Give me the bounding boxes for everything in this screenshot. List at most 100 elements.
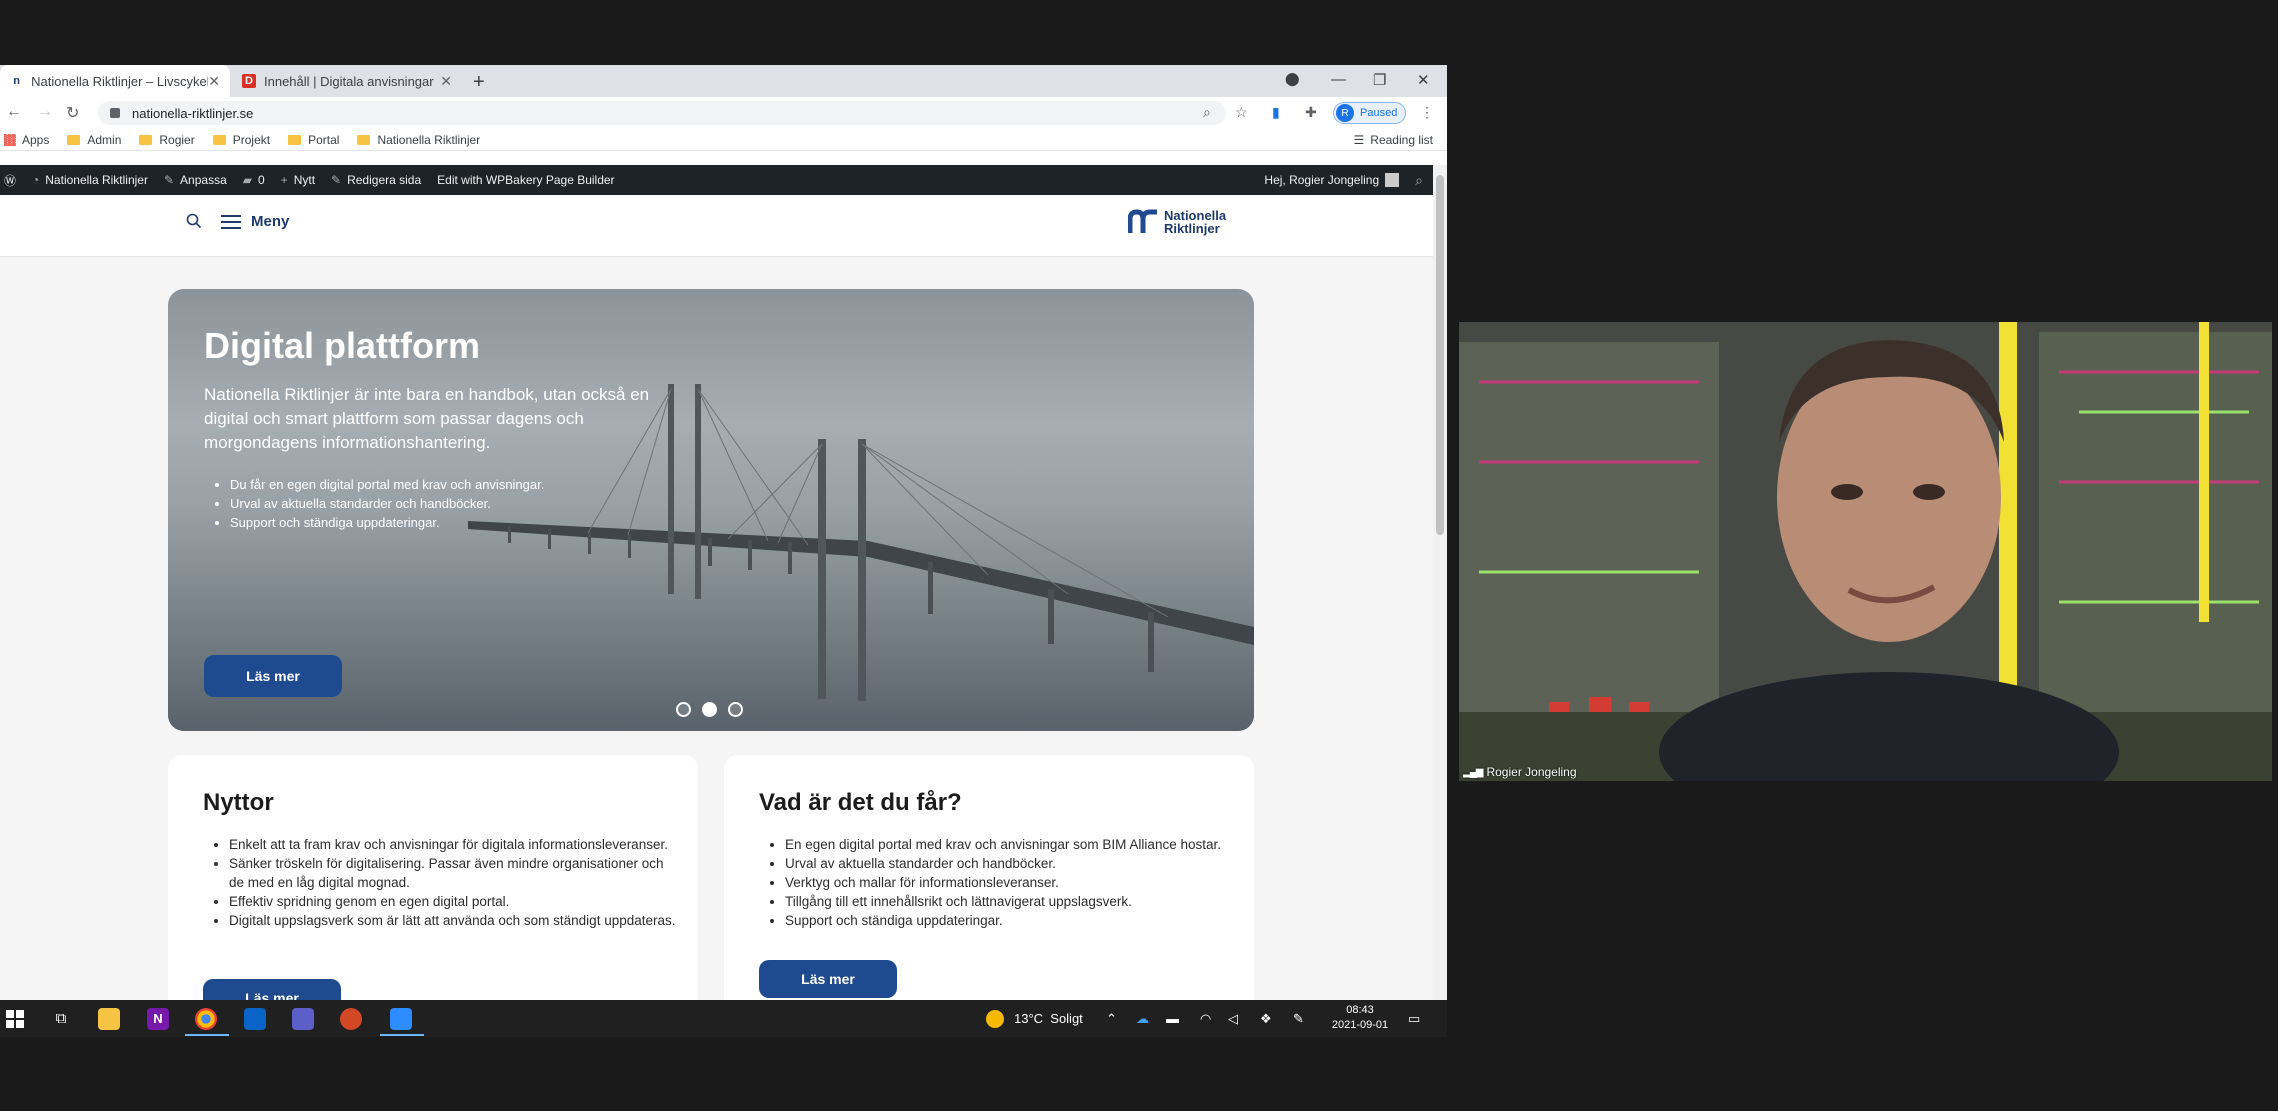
wp-greeting[interactable]: Hej, Rogier Jongeling bbox=[1264, 173, 1379, 187]
reading-list-button[interactable]: ☰ Reading list bbox=[1354, 133, 1433, 147]
wp-comments-link[interactable]: ▰ 0 bbox=[243, 173, 265, 187]
slider-dots bbox=[676, 702, 754, 717]
reload-icon[interactable]: ↻ bbox=[66, 103, 79, 123]
tab-nationella[interactable]: n Nationella Riktlinjer – Livscykelin ✕ bbox=[0, 65, 230, 97]
card-bullets: Enkelt att ta fram krav och anvisningar … bbox=[229, 835, 679, 930]
logo-line-2: Riktlinjer bbox=[1164, 221, 1220, 236]
teams-icon[interactable] bbox=[292, 1008, 314, 1030]
bookmark-projekt[interactable]: Projekt bbox=[212, 132, 271, 147]
powerpoint-icon[interactable] bbox=[340, 1008, 362, 1030]
close-icon[interactable]: ✕ bbox=[440, 73, 452, 90]
extension-icon[interactable]: ▮ bbox=[1272, 104, 1280, 121]
folder-icon bbox=[288, 134, 302, 145]
wp-avatar[interactable] bbox=[1385, 173, 1400, 187]
tab-digitala-anvisningar[interactable]: D Innehåll | Digitala anvisningar ✕ bbox=[232, 65, 462, 97]
onedrive-icon[interactable]: ☁ bbox=[1136, 1000, 1149, 1037]
windows-start-icon[interactable] bbox=[4, 1008, 26, 1030]
puzzle-icon[interactable]: ✚ bbox=[1305, 104, 1317, 121]
close-icon[interactable]: ✕ bbox=[208, 73, 220, 90]
slide-dot-1[interactable] bbox=[676, 702, 691, 717]
wp-edit-link[interactable]: ✎ Redigera sida bbox=[331, 173, 421, 187]
bookmark-admin[interactable]: Admin bbox=[67, 133, 121, 147]
minimize-icon[interactable]: — bbox=[1331, 71, 1346, 88]
page-scrollbar[interactable] bbox=[1433, 165, 1447, 1000]
wp-account-area: Hej, Rogier Jongeling ⌕ bbox=[1264, 172, 1423, 189]
profile-status: Paused bbox=[1360, 107, 1398, 119]
participant-name-label: ▂▄▆ Rogier Jongeling bbox=[1463, 765, 1577, 779]
battery-icon[interactable]: ▬ bbox=[1166, 1000, 1179, 1037]
hero-bullet: Support och ständiga uppdateringar. bbox=[230, 513, 544, 532]
bookmark-label: Projekt bbox=[232, 132, 271, 147]
list-item: Effektiv spridning genom en egen digital… bbox=[229, 892, 679, 911]
task-view-icon[interactable]: ⧉ bbox=[50, 1008, 72, 1030]
tab-search-icon[interactable]: ⬤ bbox=[1285, 71, 1300, 87]
signal-icon: ▂▄▆ bbox=[1463, 766, 1483, 778]
bookmark-apps[interactable]: Apps bbox=[4, 133, 49, 147]
chevron-up-icon[interactable]: ⌃ bbox=[1106, 1000, 1117, 1037]
new-tab-icon[interactable]: + bbox=[473, 71, 485, 94]
zoom-app-icon[interactable] bbox=[390, 1008, 412, 1030]
wordpress-icon[interactable]: Ⓦ bbox=[4, 172, 16, 189]
pen-icon[interactable]: ✎ bbox=[1293, 1000, 1304, 1037]
address-bar[interactable]: nationella-riktlinjer.se bbox=[98, 101, 1226, 125]
bookmark-rogier[interactable]: Rogier bbox=[139, 133, 195, 147]
forward-icon[interactable]: → bbox=[37, 103, 53, 121]
list-item: Support och ständiga uppdateringar. bbox=[785, 911, 1235, 930]
bookmarks-bar: Apps Admin Rogier Projekt Portal Natione… bbox=[0, 129, 1447, 151]
notification-icon[interactable]: ▭ bbox=[1408, 1000, 1420, 1037]
restore-icon[interactable]: ❐ bbox=[1373, 71, 1386, 89]
file-explorer-icon[interactable] bbox=[98, 1008, 120, 1030]
bookmark-nationella-riktlinjer[interactable]: Nationella Riktlinjer bbox=[357, 133, 480, 147]
hero-slider: Digital plattform Nationella Riktlinjer … bbox=[168, 289, 1254, 731]
wp-new-link[interactable]: + Nytt bbox=[281, 173, 315, 187]
hero-read-more-button[interactable]: Läs mer bbox=[204, 655, 342, 697]
wp-builder-link[interactable]: Edit with WPBakery Page Builder bbox=[437, 173, 614, 187]
wp-site-link[interactable]: ◔ Nationella Riktlinjer bbox=[32, 173, 148, 187]
scrollbar-thumb[interactable] bbox=[1436, 175, 1444, 535]
window-close-icon[interactable]: ✕ bbox=[1417, 71, 1430, 89]
nyttor-read-more-button[interactable]: Läs mer bbox=[203, 979, 341, 1000]
network-icon[interactable]: ◠ bbox=[1200, 1000, 1211, 1037]
bookmark-star-icon[interactable]: ☆ bbox=[1235, 104, 1248, 121]
menu-button[interactable]: Meny bbox=[221, 213, 289, 230]
list-item: Urval av aktuella standarder och handböc… bbox=[785, 854, 1235, 873]
list-item: Verktyg och mallar för informationslever… bbox=[785, 873, 1235, 892]
outlook-icon[interactable] bbox=[244, 1008, 266, 1030]
dropbox-icon[interactable]: ❖ bbox=[1260, 1000, 1272, 1037]
hero-bullet: Urval av aktuella standarder och handböc… bbox=[230, 494, 544, 513]
system-clock[interactable]: 08:43 2021-09-01 bbox=[1320, 1003, 1400, 1033]
bookmark-label: Nationella Riktlinjer bbox=[377, 132, 481, 147]
zoom-icon[interactable]: ⌕ bbox=[1203, 104, 1211, 121]
bookmark-label: Admin bbox=[87, 132, 122, 147]
bookmark-portal[interactable]: Portal bbox=[288, 133, 339, 147]
weather-text: 13°C Soligt bbox=[1014, 1011, 1083, 1026]
site-header: Meny Nationella Riktlinjer bbox=[0, 195, 1433, 257]
wp-new-label: Nytt bbox=[293, 173, 316, 187]
participant-video: ▂▄▆ Rogier Jongeling bbox=[1459, 322, 2272, 781]
profile-button[interactable]: R Paused bbox=[1333, 102, 1407, 124]
plus-icon: + bbox=[280, 173, 288, 187]
comment-icon: ▰ bbox=[242, 173, 252, 187]
browser-toolbar: ← → ↻ nationella-riktlinjer.se ⌕ ☆ ▮ ✚ R… bbox=[0, 97, 1447, 129]
search-icon[interactable] bbox=[186, 213, 202, 229]
weather-widget[interactable]: 13°C Soligt bbox=[986, 1000, 1083, 1037]
site-logo[interactable]: Nationella Riktlinjer bbox=[1128, 209, 1226, 235]
logo-mark-icon bbox=[1128, 209, 1157, 233]
kebab-menu-icon[interactable]: ⋮ bbox=[1420, 104, 1434, 121]
onenote-icon[interactable]: N bbox=[147, 1008, 169, 1030]
slide-dot-3[interactable] bbox=[728, 702, 743, 717]
vad-far-du-read-more-button[interactable]: Läs mer bbox=[759, 960, 897, 998]
back-icon[interactable]: ← bbox=[6, 103, 22, 121]
volume-icon[interactable]: ◁ bbox=[1228, 1000, 1238, 1037]
wp-search-icon[interactable]: ⌕ bbox=[1415, 172, 1423, 189]
slide-dot-2[interactable] bbox=[702, 702, 717, 717]
sun-icon bbox=[986, 1009, 1004, 1028]
tab-title: Nationella Riktlinjer – Livscykelin bbox=[31, 73, 209, 89]
folder-icon bbox=[67, 134, 81, 145]
wp-admin-bar: Ⓦ ◔ Nationella Riktlinjer ✎ Anpassa ▰ 0 + Ny… bbox=[0, 165, 1433, 195]
list-item: Tillgång till ett innehållsrikt och lätt… bbox=[785, 892, 1235, 911]
wp-customize-link[interactable]: ✎ Anpassa bbox=[164, 173, 227, 187]
chrome-icon[interactable] bbox=[195, 1008, 217, 1030]
page-viewport: Ⓦ ◔ Nationella Riktlinjer ✎ Anpassa ▰ 0 + Ny… bbox=[0, 165, 1433, 1000]
active-app-indicator bbox=[380, 1034, 424, 1036]
